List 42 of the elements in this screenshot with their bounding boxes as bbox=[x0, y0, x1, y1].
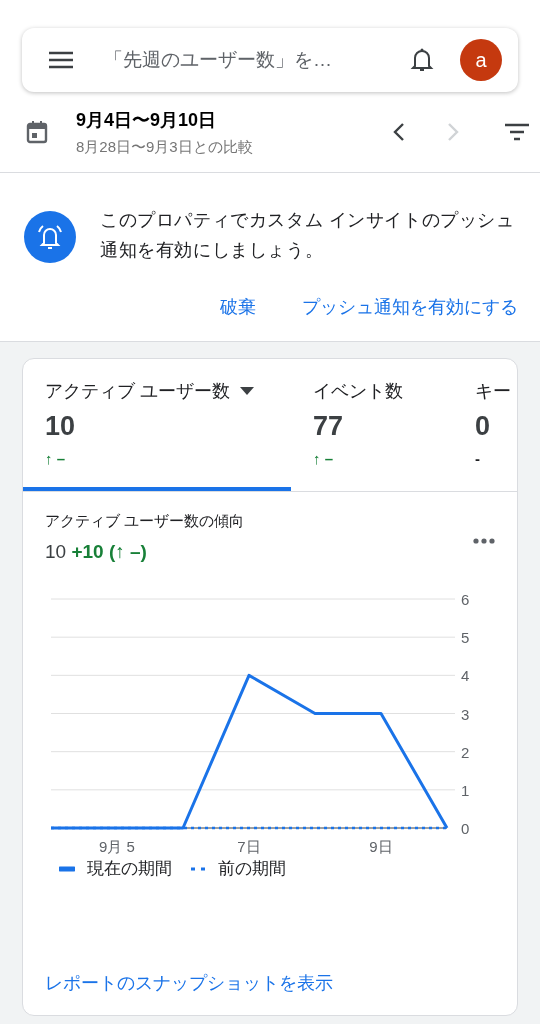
metric-label: アクティブ ユーザー数 bbox=[45, 380, 230, 403]
avatar[interactable]: a bbox=[460, 39, 502, 81]
metric-label: キー bbox=[475, 380, 511, 403]
calendar-icon[interactable] bbox=[26, 120, 48, 144]
metric-change: ↑ – bbox=[313, 450, 334, 467]
enable-button[interactable]: プッシュ通知を有効にする bbox=[302, 293, 518, 321]
y-tick-label: 6 bbox=[461, 591, 470, 608]
filter-icon[interactable] bbox=[504, 122, 530, 142]
y-tick-label: 2 bbox=[461, 743, 470, 761]
chart-title: アクティブ ユーザー数の傾向 bbox=[45, 512, 245, 531]
metric-summary: 10 +10 (↑ –) bbox=[45, 541, 148, 563]
y-tick-label: 4 bbox=[461, 667, 470, 685]
dismiss-button[interactable]: 破棄 bbox=[220, 293, 256, 321]
metric-tab[interactable]: キー 0 - bbox=[457, 359, 513, 491]
y-tick-label: 1 bbox=[461, 781, 470, 799]
y-tick-label: 0 bbox=[461, 820, 470, 837]
metric-label: イベント数 bbox=[313, 380, 403, 403]
comparison-range: 8月28日〜9月3日との比較 bbox=[76, 137, 254, 157]
x-tick-label: 9日 bbox=[369, 838, 393, 855]
date-range[interactable]: 9月4日〜9月10日 bbox=[76, 107, 392, 132]
legend-label: 現在の期間 bbox=[87, 858, 172, 880]
x-tick-label: 7日 bbox=[237, 838, 261, 855]
snapshot-link[interactable]: レポートのスナップショットを表示 bbox=[45, 971, 333, 995]
y-tick-label: 3 bbox=[461, 705, 470, 723]
metric-value: 0 bbox=[475, 411, 492, 442]
bell-icon[interactable] bbox=[410, 47, 434, 73]
y-tick-label: 5 bbox=[461, 629, 470, 647]
dropdown-icon[interactable] bbox=[239, 387, 254, 395]
x-tick-label: 9月 5 bbox=[99, 838, 135, 855]
metric-tab[interactable]: イベント数 77 ↑ – bbox=[291, 359, 457, 491]
metric-change: - bbox=[475, 450, 481, 467]
legend-label: 前の期間 bbox=[218, 858, 286, 880]
alarm-bell-icon bbox=[24, 211, 76, 263]
metric-change: ↑ – bbox=[45, 450, 66, 467]
previous-icon[interactable] bbox=[392, 121, 406, 143]
search-field[interactable]: 「先週のユーザー数」を… bbox=[104, 47, 410, 73]
metric-value: 77 bbox=[313, 411, 345, 442]
metric-value: 10 bbox=[45, 411, 77, 442]
metric-tab[interactable]: アクティブ ユーザー数 10 ↑ – bbox=[23, 359, 291, 491]
menu-icon[interactable] bbox=[48, 50, 74, 70]
more-icon[interactable] bbox=[473, 536, 495, 546]
notice-message: このプロパティでカスタム インサイトのプッシュ通知を有効にしましょう。 bbox=[100, 209, 516, 262]
